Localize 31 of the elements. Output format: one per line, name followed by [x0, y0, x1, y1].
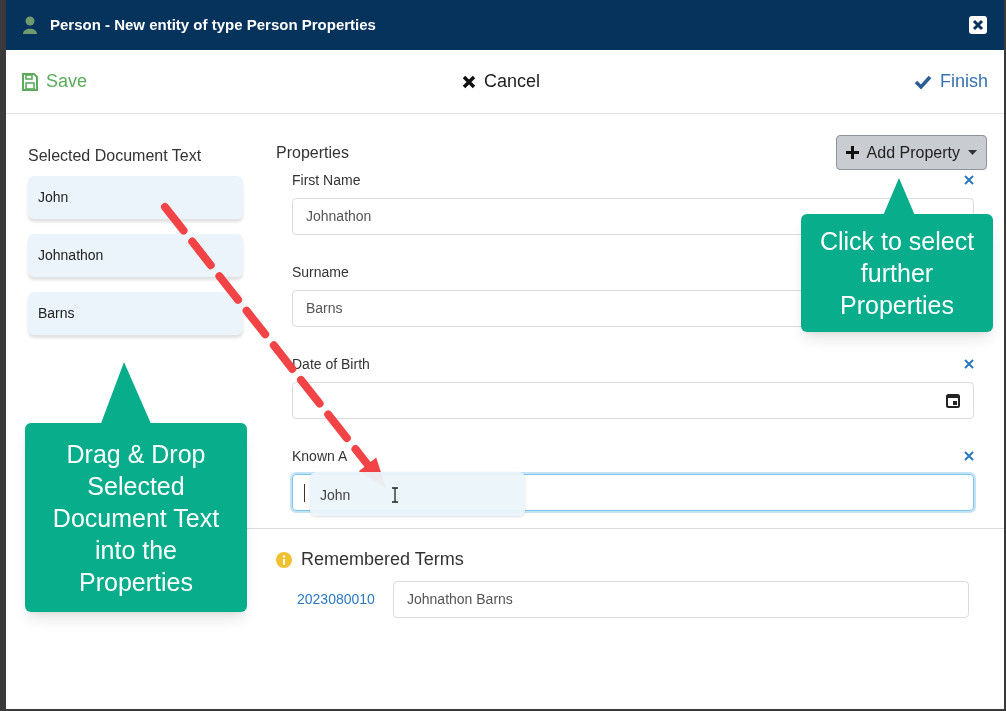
- input-field[interactable]: Johnathon Barns: [393, 581, 969, 618]
- caret-icon: [968, 150, 977, 155]
- callout-tooltip: Click to select further Properties: [801, 214, 993, 332]
- text-chip[interactable]: John: [28, 176, 243, 219]
- plus-icon: [845, 146, 859, 159]
- drag-ghost: John: [310, 472, 525, 516]
- text-chip[interactable]: Johnathon: [28, 234, 243, 277]
- field-label: Surname: [292, 262, 349, 282]
- finish-button[interactable]: Finish: [914, 68, 988, 95]
- date-field[interactable]: [292, 382, 974, 419]
- remove-icon[interactable]: [964, 451, 974, 461]
- section-heading: Selected Document Text: [28, 146, 203, 166]
- field-label: Known A: [292, 446, 348, 466]
- info-icon: [276, 551, 292, 568]
- remove-icon[interactable]: [964, 359, 974, 369]
- text-cursor-icon: [391, 487, 399, 503]
- callout-tooltip: Drag & Drop Selected Document Text into the Properties: [25, 423, 247, 612]
- person-icon: [22, 16, 38, 34]
- section-heading: Remembered Terms: [301, 548, 464, 571]
- field-label: First Name: [292, 170, 361, 190]
- checkmark-icon: [914, 74, 932, 89]
- close-icon: [462, 74, 476, 89]
- text-chip[interactable]: Barns: [28, 292, 243, 335]
- remove-icon[interactable]: [964, 175, 974, 185]
- window-title: Person - New entity of type Person Properties: [50, 14, 376, 35]
- cancel-button[interactable]: Cancel: [462, 68, 541, 95]
- term-link[interactable]: 2023080010: [276, 589, 393, 610]
- add-property-button[interactable]: Add Property: [835, 135, 987, 170]
- close-icon[interactable]: [968, 15, 988, 35]
- calendar-icon[interactable]: [946, 393, 960, 408]
- section-heading: Properties: [276, 142, 349, 163]
